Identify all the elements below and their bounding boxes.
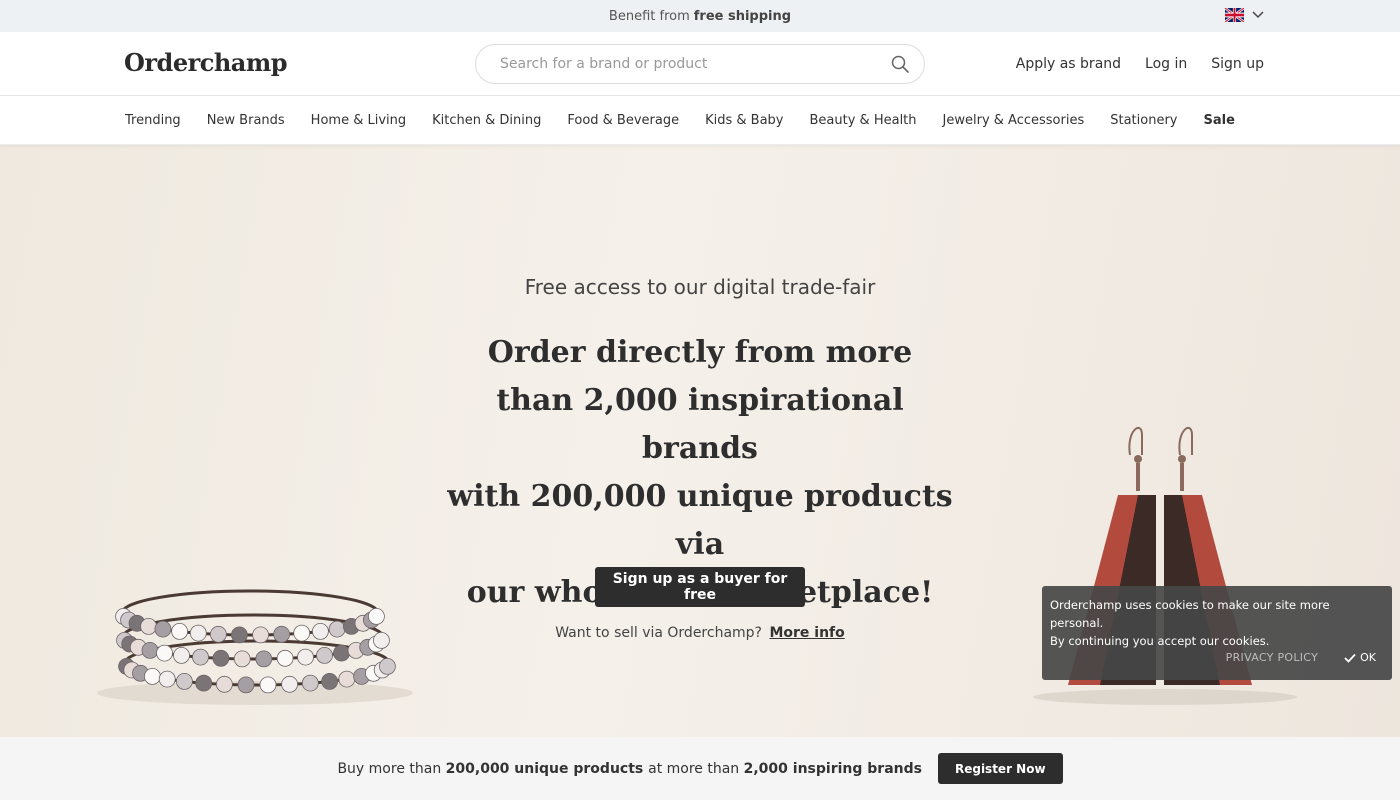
cookie-actions: PRIVACY POLICY OK: [1226, 649, 1376, 667]
register-bar: Buy more than 200,000 unique products at…: [0, 737, 1400, 800]
bracelet-bead: [144, 668, 161, 685]
chevron-down-icon: [1252, 11, 1264, 19]
cookie-ok-label: OK: [1360, 651, 1376, 664]
bracelet-image: [97, 589, 413, 705]
sell-text: Want to sell via Orderchamp?: [555, 625, 762, 641]
category-nav: Trending New Brands Home & Living Kitche…: [0, 96, 1400, 145]
bracelet-bead: [140, 618, 157, 635]
bracelet-bead: [338, 670, 356, 688]
bracelet-bead: [192, 648, 209, 666]
bracelet-bead: [276, 649, 294, 667]
bracelet-bead: [378, 658, 396, 675]
register-bold-2: 2,000 inspiring brands: [743, 760, 922, 777]
cookie-notice: Orderchamp uses cookies to make our site…: [1042, 586, 1392, 680]
bracelet-bead: [215, 675, 233, 693]
category-home-living[interactable]: Home & Living: [311, 113, 406, 128]
hero-subtitle: Free access to our digital trade-fair: [524, 275, 876, 299]
bracelet-bead: [255, 650, 273, 668]
bracelet-bead: [273, 625, 291, 643]
category-stationery[interactable]: Stationery: [1110, 113, 1177, 128]
register-text-2: at more than: [648, 760, 744, 777]
category-trending[interactable]: Trending: [125, 113, 181, 128]
uk-flag-icon: [1225, 8, 1244, 22]
bracelet-bead: [156, 644, 173, 662]
register-text-1: Buy more than: [337, 760, 446, 777]
bracelet-bead: [301, 674, 319, 692]
register-now-button[interactable]: Register Now: [937, 753, 1063, 784]
promo-bar: Benefit from free shipping: [0, 0, 1400, 32]
bracelet-bead: [212, 649, 230, 667]
bracelet-bead: [230, 626, 248, 644]
promo-bold: free shipping: [693, 8, 792, 24]
bracelet-bead: [233, 650, 251, 668]
register-bar-text: Buy more than 200,000 unique products at…: [337, 761, 922, 777]
category-new-brands[interactable]: New Brands: [207, 113, 285, 128]
logo[interactable]: Orderchamp: [124, 48, 288, 77]
bracelet-bead: [321, 673, 339, 690]
bracelet-bead: [158, 670, 176, 688]
hero-title-line: than 2,000 inspirational brands: [496, 383, 904, 466]
bracelet-bead: [259, 676, 277, 694]
header-links: Apply as brand Log in Sign up: [1016, 32, 1264, 96]
bracelet-bead: [154, 620, 172, 638]
bracelet-bead: [367, 608, 385, 625]
bracelet-bead: [171, 623, 188, 640]
hero-title-line: Order directly from more: [487, 335, 913, 370]
bracelet-bead: [176, 673, 193, 690]
bracelet-bead: [333, 644, 350, 662]
bracelet-bead: [328, 620, 346, 638]
bracelet-bead: [372, 632, 390, 649]
search-icon[interactable]: [890, 54, 910, 74]
cookie-text-line2: By continuing you accept our cookies.: [1050, 634, 1270, 648]
signup-link[interactable]: Sign up: [1211, 56, 1264, 72]
bracelet-bead: [252, 626, 270, 644]
login-link[interactable]: Log in: [1145, 56, 1187, 72]
buyer-signup-button[interactable]: Sign up as a buyer for free: [595, 567, 805, 607]
cookie-ok-button[interactable]: OK: [1344, 649, 1376, 667]
search-input[interactable]: [500, 56, 890, 72]
bracelet-bead: [195, 674, 213, 692]
bracelet-bead: [210, 625, 227, 643]
hero-title-line: with 200,000 unique products via: [447, 479, 953, 562]
promo-text: Benefit from: [608, 8, 690, 24]
search-bar: [475, 44, 925, 84]
bracelet-bead: [293, 624, 311, 642]
bracelet-bead: [281, 675, 299, 693]
category-sale[interactable]: Sale: [1204, 113, 1235, 128]
bracelet-bead: [237, 676, 255, 694]
cookie-text-line1: Orderchamp uses cookies to make our site…: [1050, 598, 1330, 630]
bracelet-bead: [173, 647, 190, 664]
bracelet-bead: [316, 647, 333, 664]
bracelet-bead: [311, 623, 329, 640]
category-kitchen-dining[interactable]: Kitchen & Dining: [432, 113, 541, 128]
apply-as-brand-link[interactable]: Apply as brand: [1016, 56, 1121, 72]
category-food-beverage[interactable]: Food & Beverage: [567, 113, 679, 128]
check-icon: [1344, 653, 1356, 663]
category-kids-baby[interactable]: Kids & Baby: [705, 113, 783, 128]
register-bold-1: 200,000 unique products: [445, 760, 649, 777]
more-info-link[interactable]: More info: [769, 625, 844, 641]
language-selector[interactable]: [1225, 8, 1264, 22]
bracelet-bead: [141, 642, 159, 659]
site-header: Orderchamp Apply as brand Log in Sign up: [0, 32, 1400, 96]
bracelet-bead: [189, 624, 207, 642]
privacy-policy-link[interactable]: PRIVACY POLICY: [1226, 649, 1318, 667]
category-beauty-health[interactable]: Beauty & Health: [810, 113, 917, 128]
bracelet-bead: [297, 648, 314, 666]
category-jewelry-accessories[interactable]: Jewelry & Accessories: [943, 113, 1085, 128]
